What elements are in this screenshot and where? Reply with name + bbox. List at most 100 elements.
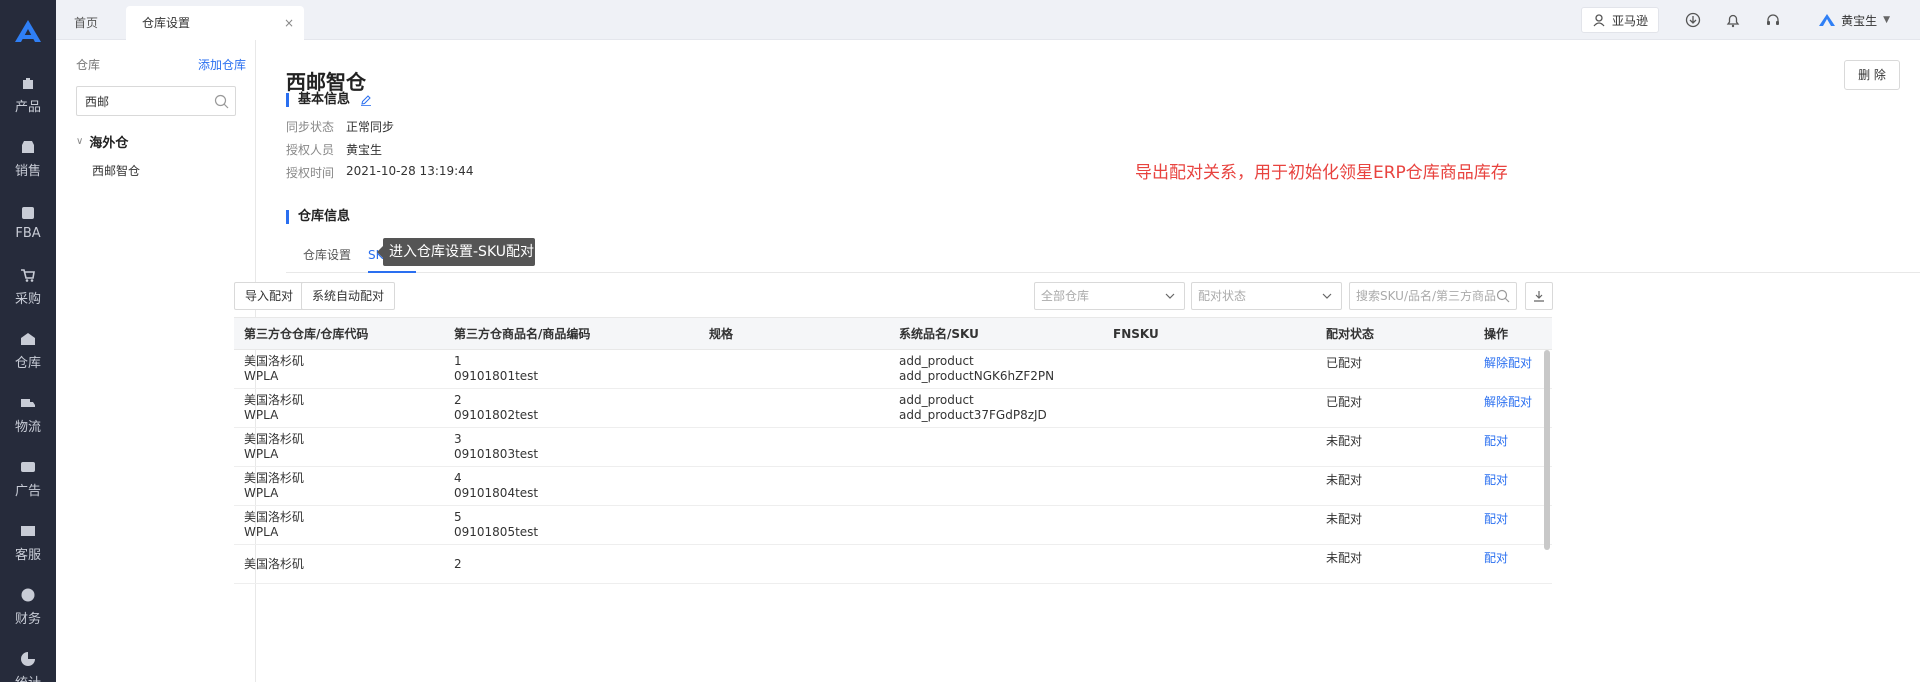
warehouse-select[interactable]: 全部仓库 [1034, 282, 1185, 310]
cell-text: 5 [454, 510, 462, 524]
table-row: 美国洛杉矶 2 未配对 配对 [234, 544, 1552, 584]
table-cell [699, 427, 889, 467]
nav-item-1[interactable]: 销售 [0, 126, 56, 190]
nav-item-6[interactable]: 广告 [0, 446, 56, 510]
table-cell: 3 09101803test [444, 427, 699, 467]
warehouse-search-input[interactable]: 西邮 [76, 86, 236, 116]
app-logo[interactable] [0, 0, 56, 62]
search-placeholder: 搜索SKU/品名/第三方商品 [1356, 289, 1497, 303]
nav-item-4[interactable]: 仓库 [0, 318, 56, 382]
table-scrollbar[interactable] [1544, 350, 1550, 550]
nav-item-8[interactable]: 财务 [0, 574, 56, 638]
table-cell[interactable]: 配对 [1474, 427, 1552, 467]
nav-item-3[interactable]: 采购 [0, 254, 56, 318]
tab-home[interactable]: 首页 [74, 6, 98, 40]
search-icon[interactable] [1496, 289, 1510, 303]
nav-item-5[interactable]: 物流 [0, 382, 56, 446]
truck-icon [19, 394, 37, 412]
cell-text: 未配对 [1326, 434, 1363, 448]
add-warehouse-link[interactable]: 添加仓库 [198, 56, 246, 73]
cell-text: WPLA [244, 369, 279, 383]
row-action-link[interactable]: 配对 [1484, 512, 1552, 527]
cell-text: 已配对 [1326, 395, 1363, 409]
row-action-link[interactable]: 配对 [1484, 473, 1552, 488]
cell-text: 美国洛杉矶 [244, 510, 305, 524]
nav-item-0[interactable]: 产品 [0, 62, 56, 126]
cell-text: WPLA [244, 408, 279, 422]
auto-pairing-button[interactable]: 系统自动配对 [301, 282, 396, 310]
tree-item-xiyou[interactable]: 西邮智仓 [92, 162, 140, 179]
annotation-text: 导出配对关系，用于初始化领星ERP仓库商品库存 [1135, 163, 1508, 183]
table-cell[interactable]: 配对 [1474, 505, 1552, 545]
section-basic-info: 基本信息 [286, 93, 372, 107]
search-icon[interactable] [214, 94, 229, 109]
delete-button[interactable]: 删 除 [1844, 60, 1900, 90]
cell-text: 3 [454, 432, 462, 446]
tab-warehouse-config[interactable]: 仓库设置 [303, 243, 351, 273]
nav-item-label: 客服 [14, 547, 41, 563]
warehouse-label: 仓库 [76, 58, 101, 72]
headset-icon[interactable] [1765, 12, 1781, 28]
cell-text: 美国洛杉矶 [244, 432, 305, 446]
cart-icon [19, 266, 37, 284]
table-row: 美国洛杉矶 WPLA 3 09101803test 未配对 配对 [234, 427, 1552, 467]
nav-item-label: 采购 [14, 291, 41, 307]
table-cell: 美国洛杉矶 WPLA [234, 427, 444, 467]
table-cell[interactable]: 解除配对 [1474, 388, 1552, 428]
download-center-icon[interactable] [1685, 12, 1701, 28]
edit-icon[interactable] [360, 94, 372, 106]
info-row-auth-user: 授权人员 黄宝生 [286, 141, 382, 158]
info-row-auth-time: 授权时间 2021-10-28 13:19:44 [286, 164, 473, 181]
table-cell [1103, 505, 1316, 545]
warehouse-panel: 仓库 添加仓库 西邮 ∨ 海外仓 西邮智仓 [56, 40, 256, 682]
brand-icon [1819, 14, 1836, 26]
close-icon[interactable]: × [284, 6, 294, 40]
table-row: 美国洛杉矶 WPLA 1 09101801test add_product add_pro… [234, 349, 1552, 389]
table-cell[interactable]: 配对 [1474, 544, 1552, 584]
nav-item-2[interactable]: FBA [0, 190, 56, 254]
import-pairing-button[interactable]: 导入配对 [234, 282, 305, 310]
table-cell: add_product add_productNGK6hZF2PN [889, 349, 1103, 389]
tab-bar: 首页 仓库设置 × 亚马逊 黄宝生 ▼ [56, 0, 1920, 40]
ad-icon [19, 458, 37, 476]
table-row: 美国洛杉矶 WPLA 4 09101804test 未配对 配对 [234, 466, 1552, 506]
export-button[interactable] [1525, 282, 1553, 310]
table-cell: 2 09101802test [444, 388, 699, 428]
row-action-link[interactable]: 配对 [1484, 434, 1552, 449]
nav-item-7[interactable]: 客服 [0, 510, 56, 574]
cell-text: add_product [899, 354, 974, 368]
table-cell [699, 466, 889, 506]
section-title: 基本信息 [298, 92, 351, 107]
nav-item-label: 财务 [14, 611, 41, 627]
pair-status-select[interactable]: 配对状态 [1191, 282, 1342, 310]
col-header: FNSKU [1103, 317, 1316, 350]
user-menu[interactable]: 黄宝生 ▼ [1819, 12, 1890, 29]
chevron-down-icon [1322, 293, 1332, 299]
cell-text: 2 [454, 393, 462, 407]
table-cell: 未配对 [1316, 427, 1474, 467]
site-selector[interactable]: 亚马逊 [1581, 7, 1660, 33]
row-action-link[interactable]: 解除配对 [1484, 356, 1552, 371]
col-header: 第三方仓仓库/仓库代码 [234, 317, 444, 350]
table-cell[interactable]: 配对 [1474, 466, 1552, 506]
cell-text: 已配对 [1326, 356, 1363, 370]
tab-warehouse-settings[interactable]: 仓库设置 × [126, 6, 304, 40]
table-cell: 未配对 [1316, 466, 1474, 506]
bell-icon[interactable] [1725, 12, 1741, 28]
cell-text: 美国洛杉矶 [244, 393, 305, 407]
row-action-link[interactable]: 解除配对 [1484, 395, 1552, 410]
table-cell: 美国洛杉矶 [234, 544, 444, 584]
cell-text: WPLA [244, 525, 279, 539]
sync-value: 正常同步 [346, 120, 395, 134]
table-header-row: 第三方仓仓库/仓库代码 第三方仓商品名/商品编码 规格 系统品名/SKU FNS… [234, 317, 1552, 350]
row-action-link[interactable]: 配对 [1484, 551, 1552, 566]
sku-search-input[interactable]: 搜索SKU/品名/第三方商品 [1349, 282, 1517, 310]
chevron-down-icon: ▼ [1883, 15, 1890, 25]
warehouse-select-value: 全部仓库 [1041, 289, 1090, 303]
cell-text: 未配对 [1326, 551, 1363, 565]
product-icon [19, 74, 37, 92]
tree-group-overseas[interactable]: ∨ 海外仓 [76, 132, 128, 151]
nav-item-9[interactable]: 统计 [0, 638, 56, 682]
table-cell: 美国洛杉矶 WPLA [234, 349, 444, 389]
table-cell[interactable]: 解除配对 [1474, 349, 1552, 389]
